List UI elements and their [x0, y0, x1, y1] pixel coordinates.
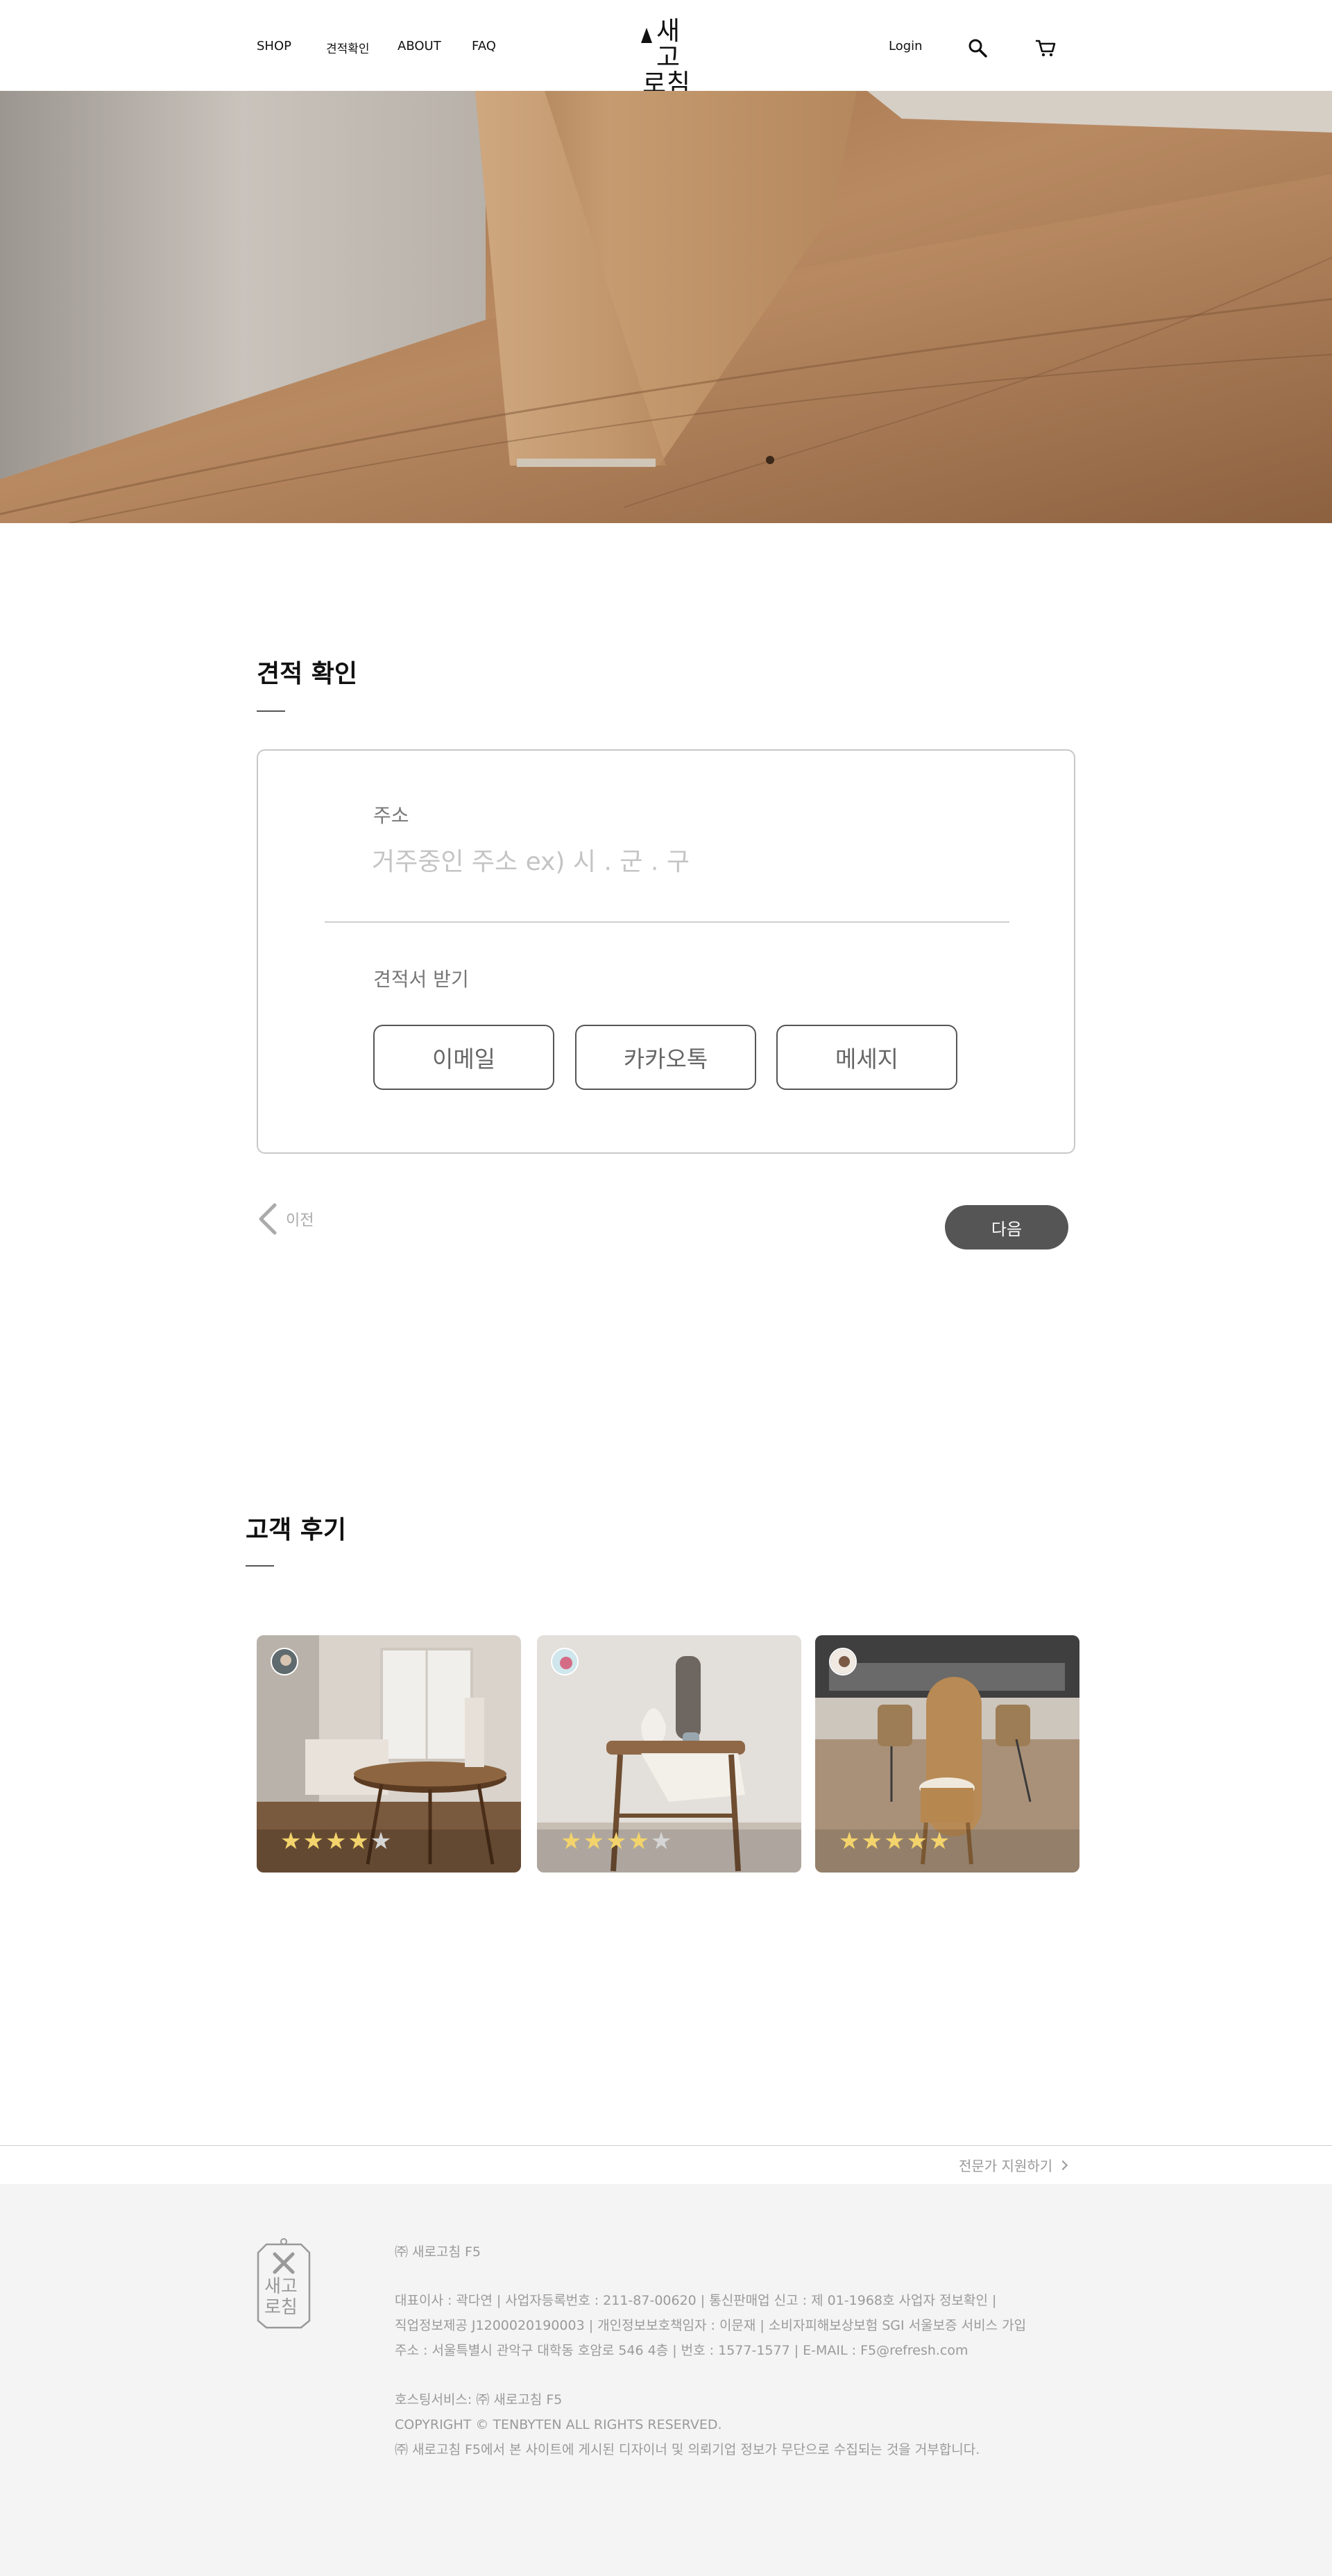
review-card[interactable]: ★★★★★ — [815, 1635, 1079, 1873]
review-section-title: 고객 후기 — [246, 1516, 347, 1544]
nav-quote-check[interactable]: 견적확인 — [326, 39, 370, 56]
footer-company: ㈜ 새로고침 F5 — [395, 2244, 481, 2260]
search-icon[interactable] — [967, 37, 988, 58]
kakaotalk-option-button[interactable]: 카카오톡 — [575, 1025, 756, 1090]
footer-hosting: 호스팅서비스: ㈜ 새로고침 F5 — [395, 2392, 563, 2407]
nav-about[interactable]: ABOUT — [398, 39, 441, 53]
footer-business-info: 대표이사 : 곽다연 | 사업자등록번호 : 211-87-00620 | 통신… — [395, 2293, 997, 2308]
footer-notice: ㈜ 새로고침 F5에서 본 사이트에 게시된 디자이너 및 의뢰기업 정보가 무… — [395, 2442, 980, 2457]
star-rating: ★★★★★ — [561, 1827, 674, 1855]
address-input[interactable] — [372, 841, 996, 882]
next-button[interactable]: 다음 — [945, 1205, 1068, 1249]
footer-copyright: COPYRIGHT © TENBYTEN ALL RIGHTS RESERVED… — [395, 2417, 722, 2432]
reviewer-avatar — [271, 1648, 298, 1675]
login-link[interactable]: Login — [889, 39, 923, 53]
hero-image — [0, 91, 1332, 523]
expert-apply-link[interactable]: 전문가 지원하기 — [959, 2155, 1068, 2175]
email-option-button[interactable]: 이메일 — [373, 1025, 554, 1090]
review-card[interactable]: ★★★★★ — [257, 1635, 521, 1873]
receive-quote-label: 견적서 받기 — [373, 968, 469, 991]
address-underline — [325, 921, 1009, 923]
prev-button[interactable]: 이전 — [257, 1202, 314, 1236]
nav-shop[interactable]: SHOP — [257, 39, 291, 53]
message-option-button[interactable]: 메세지 — [776, 1025, 957, 1090]
quote-section-title: 견적 확인 — [257, 660, 358, 688]
review-card[interactable]: ★★★★★ — [537, 1635, 801, 1873]
logo-line1: 새고 — [656, 16, 681, 72]
footer-privacy-info: 직업정보제공 J1200020190003 | 개인정보보호책임자 : 이문재 … — [395, 2318, 1027, 2333]
address-label: 주소 — [373, 804, 409, 827]
site-footer: 새고 로침 ㈜ 새로고침 F5 대표이사 : 곽다연 | 사업자등록번호 : 2… — [0, 2184, 1332, 2576]
star-rating: ★★★★★ — [280, 1827, 393, 1855]
reviewer-avatar — [829, 1648, 857, 1675]
footer-divider — [0, 2145, 1332, 2146]
title-underline — [257, 710, 285, 712]
reviewer-avatar — [551, 1648, 579, 1675]
cart-icon[interactable] — [1034, 37, 1056, 58]
star-rating: ★★★★★ — [839, 1827, 952, 1855]
chevron-right-icon — [1058, 2160, 1068, 2170]
nav-faq[interactable]: FAQ — [472, 39, 496, 53]
site-logo[interactable]: 새고 로침 — [637, 16, 695, 97]
prev-label: 이전 — [286, 1212, 314, 1229]
footer-address-info: 주소 : 서울특별시 관악구 대학동 호암로 546 4층 | 번호 : 157… — [395, 2343, 968, 2358]
footer-logo: 새고 로침 — [255, 2237, 312, 2329]
quote-form: 주소 견적서 받기 이메일 카카오톡 메세지 — [257, 749, 1075, 1154]
footer-logo-line1: 새고 — [264, 2276, 298, 2297]
chevron-left-icon — [259, 1203, 277, 1235]
footer-logo-line2: 로침 — [264, 2297, 298, 2318]
site-header: SHOP 견적확인 ABOUT FAQ 새고 로침 Login — [0, 0, 1332, 97]
title-underline — [246, 1565, 274, 1567]
expert-apply-label: 전문가 지원하기 — [959, 2158, 1053, 2174]
